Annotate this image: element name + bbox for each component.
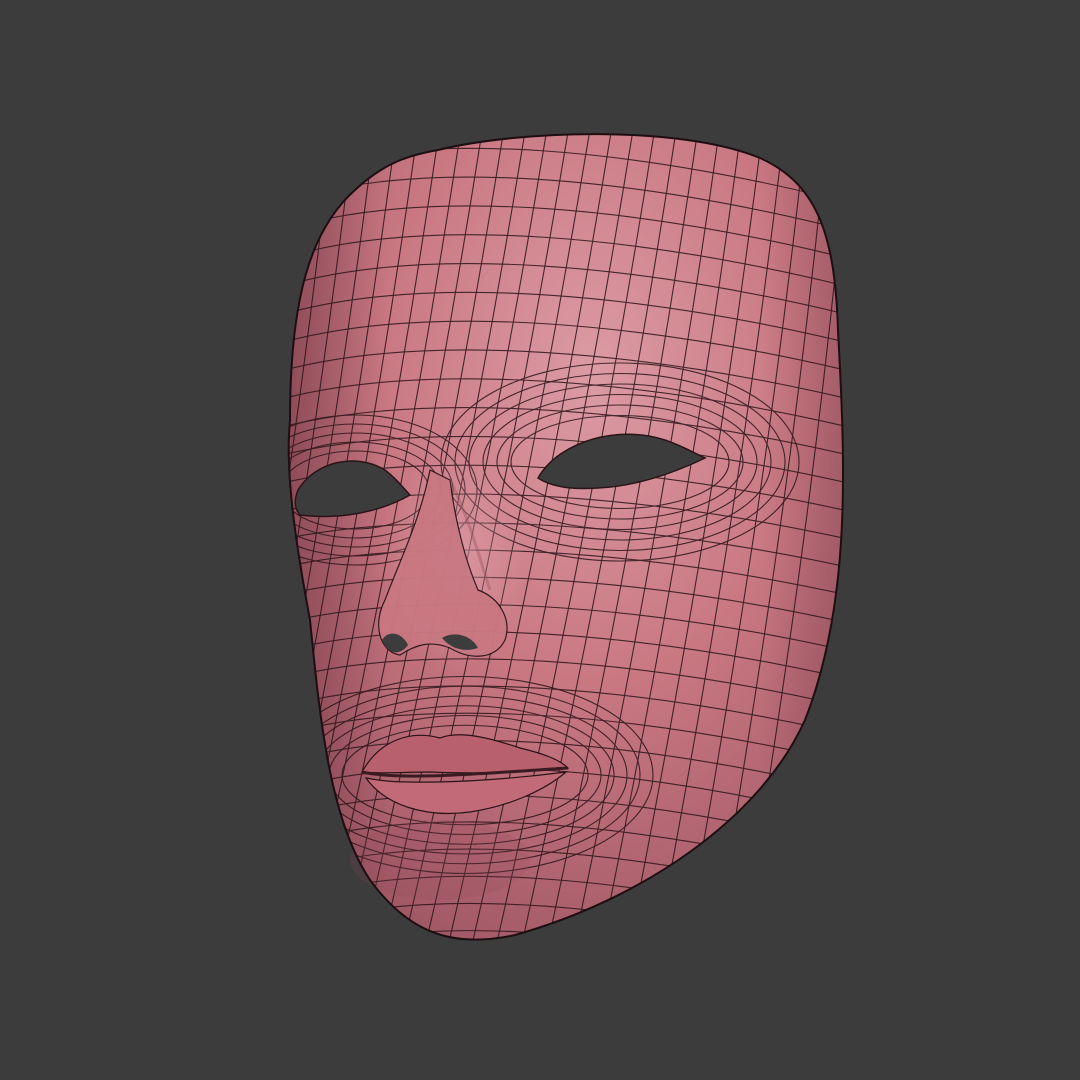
wire-line (288, 134, 313, 940)
mask-render (270, 133, 870, 1020)
viewport (0, 0, 1080, 1080)
wire-line (288, 134, 291, 940)
wire-line (270, 958, 870, 1020)
wire-line (288, 930, 844, 940)
